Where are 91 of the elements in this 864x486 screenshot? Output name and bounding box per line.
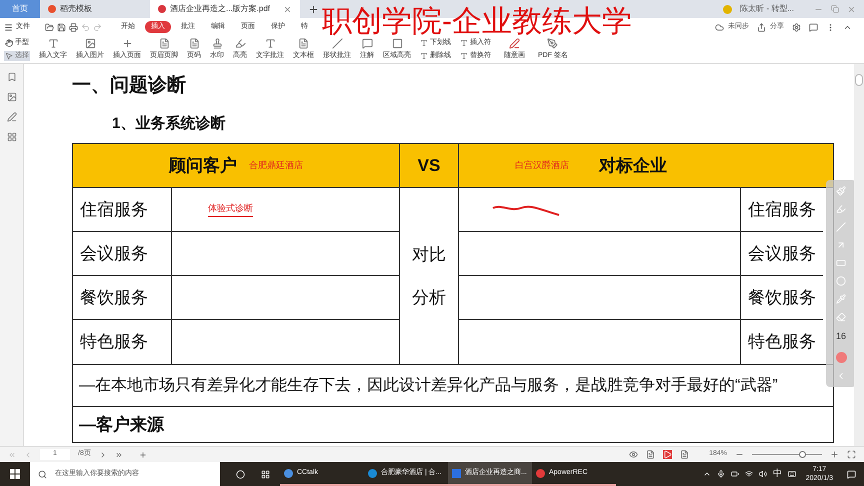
tool-icon bbox=[332, 38, 342, 49]
table-cell: 会议服务 bbox=[73, 232, 172, 275]
share-icon bbox=[757, 22, 766, 32]
handwritten-note: 体验式诊断 bbox=[208, 202, 253, 216]
tool-icon bbox=[392, 38, 402, 49]
pointer-icon bbox=[5, 52, 13, 60]
subsection-heading: 1、业务系统诊断 bbox=[112, 114, 226, 134]
merged-cell-text: 分析 bbox=[412, 287, 446, 309]
pen-icon bbox=[509, 38, 520, 49]
microphone-icon[interactable] bbox=[716, 470, 725, 478]
section-cell: —客户来源 bbox=[73, 406, 833, 442]
volume-icon[interactable] bbox=[758, 470, 767, 478]
pen-icon[interactable] bbox=[6, 112, 16, 122]
battery-icon[interactable] bbox=[730, 470, 739, 478]
scrollbar-thumb[interactable] bbox=[855, 74, 863, 86]
new-tab-icon[interactable] bbox=[308, 4, 319, 14]
add-page-icon[interactable] bbox=[138, 450, 147, 458]
table-cell-text: 特色服务 bbox=[747, 331, 817, 354]
handwritten-squiggle bbox=[491, 204, 561, 218]
grid-icon[interactable] bbox=[6, 132, 16, 142]
cloud-icon bbox=[715, 22, 724, 32]
text-icon bbox=[420, 52, 428, 60]
save-icon[interactable] bbox=[57, 22, 66, 32]
close-icon[interactable] bbox=[283, 4, 292, 14]
restore-icon[interactable] bbox=[831, 5, 839, 13]
tool-icon bbox=[122, 38, 132, 49]
last-page-icon[interactable] bbox=[114, 450, 123, 458]
app-icon bbox=[368, 468, 377, 478]
header-label: 对标企业 bbox=[599, 154, 667, 177]
text-icon bbox=[460, 39, 468, 48]
tool-icon bbox=[298, 38, 309, 49]
close-icon[interactable] bbox=[847, 4, 856, 14]
print-icon[interactable] bbox=[69, 22, 78, 32]
document-icon bbox=[48, 5, 56, 13]
handwritten-note: 白宫汉爵酒店 bbox=[515, 158, 569, 172]
table-cell: 餐饮服务 bbox=[73, 276, 172, 319]
pen-size[interactable]: 16 bbox=[836, 330, 846, 344]
page-view-icon[interactable] bbox=[646, 450, 656, 459]
hand-icon bbox=[5, 39, 13, 48]
slider-thumb[interactable] bbox=[799, 451, 806, 458]
fullscreen-icon[interactable] bbox=[847, 450, 856, 459]
avatar-icon bbox=[723, 4, 732, 14]
table-cell: 住宿服务 bbox=[73, 188, 172, 231]
header-label: 顾问客户 bbox=[169, 154, 237, 177]
thumbnail-icon[interactable] bbox=[6, 72, 16, 82]
color-swatch[interactable] bbox=[836, 352, 846, 362]
table-cell-text: 餐饮服务 bbox=[747, 286, 817, 309]
tool-icon bbox=[234, 38, 246, 49]
table-cell: 特色服务 bbox=[73, 320, 172, 364]
windows-icon bbox=[10, 469, 20, 479]
handwritten-note: 合肥鼎廷酒店 bbox=[249, 158, 303, 172]
document-icon bbox=[158, 5, 166, 13]
account-name[interactable]: 陈太昕 - 转型... bbox=[740, 3, 794, 15]
table-cell-text: 住宿服务 bbox=[747, 198, 817, 221]
app-icon bbox=[284, 468, 293, 478]
tool-icon bbox=[48, 38, 58, 49]
play-icon[interactable] bbox=[663, 450, 672, 459]
tool-icon bbox=[188, 38, 200, 49]
cortana-icon[interactable] bbox=[236, 470, 245, 478]
tool-icon bbox=[212, 38, 222, 49]
input-method[interactable]: 中 bbox=[772, 467, 782, 481]
search-icon bbox=[38, 470, 47, 478]
keyboard-icon[interactable] bbox=[788, 470, 796, 478]
zoom-in-icon[interactable] bbox=[830, 450, 839, 459]
section-heading: 一、问题诊断 bbox=[72, 74, 186, 98]
tray-expand-icon[interactable] bbox=[702, 470, 711, 478]
signature-icon bbox=[547, 38, 558, 49]
wifi-icon[interactable] bbox=[744, 470, 753, 478]
comment-icon[interactable] bbox=[809, 22, 818, 32]
page-view-icon[interactable] bbox=[680, 450, 690, 459]
folder-icon[interactable] bbox=[45, 22, 54, 32]
overlay-title: 职创学院-企业教练大学 bbox=[322, 4, 632, 38]
document-tab[interactable]: 稻壳模板 bbox=[40, 0, 150, 18]
text-icon bbox=[420, 39, 428, 48]
app-icon bbox=[452, 468, 461, 478]
task-view-icon[interactable] bbox=[261, 470, 270, 478]
menu-icon[interactable] bbox=[4, 22, 13, 32]
table-cell-text: 会议服务 bbox=[747, 242, 817, 265]
merged-cell-text: 对比 bbox=[412, 244, 446, 266]
notification-icon[interactable] bbox=[847, 470, 856, 478]
document-tab[interactable]: 酒店企业再造之...版方案.pdf bbox=[150, 0, 300, 18]
tool-icon bbox=[264, 38, 276, 49]
app-icon bbox=[536, 468, 545, 478]
tool-icon bbox=[158, 38, 170, 49]
image-icon[interactable] bbox=[6, 92, 16, 102]
tool-icon bbox=[362, 38, 372, 49]
tool-icon bbox=[84, 38, 96, 49]
text-icon bbox=[460, 52, 468, 60]
settings-icon[interactable] bbox=[792, 22, 801, 32]
eye-icon[interactable] bbox=[629, 450, 638, 459]
vs-cell: VS bbox=[400, 144, 459, 187]
